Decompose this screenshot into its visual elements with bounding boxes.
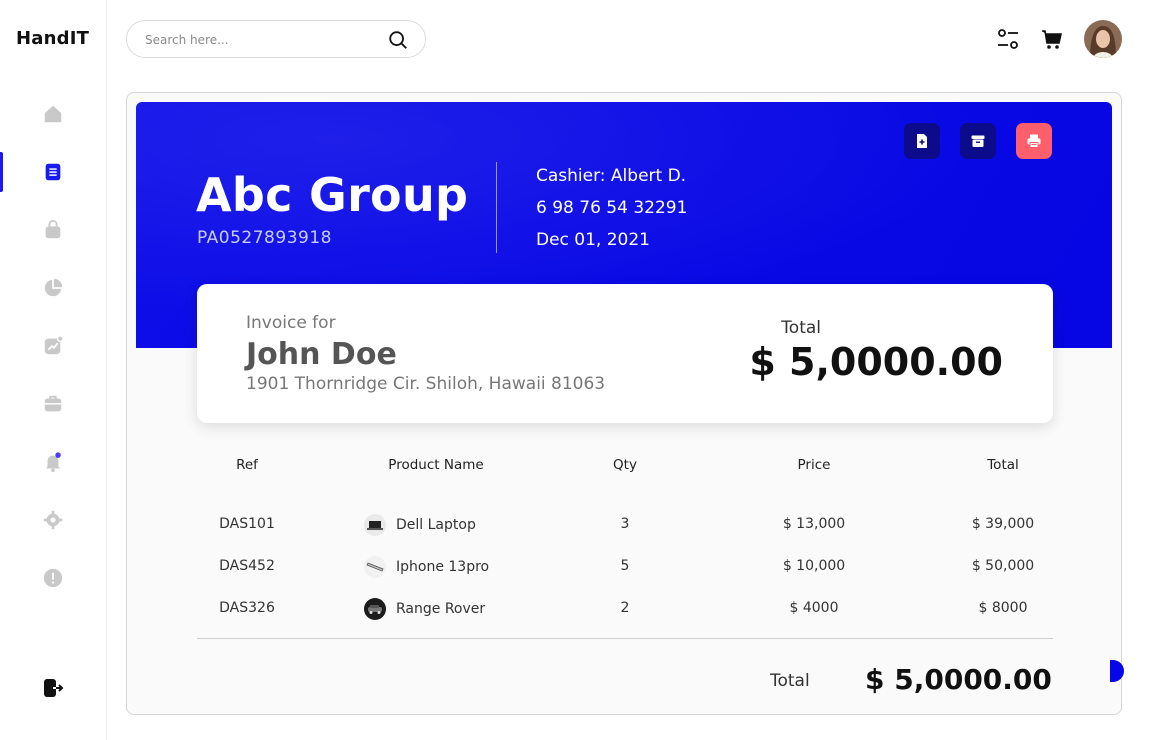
column-header-price: Price — [797, 457, 831, 473]
company-id: PA0527893918 — [197, 228, 332, 248]
brand-logo: HandIT — [16, 28, 90, 49]
sidebar-item-invoices[interactable] — [0, 152, 106, 192]
phone-icon — [364, 556, 386, 578]
add-file-icon — [917, 134, 927, 148]
pie-chart-icon — [44, 278, 63, 297]
sidebar-item-help[interactable] — [0, 558, 106, 598]
sidebar-item-settings[interactable] — [0, 500, 106, 540]
column-header-product: Product Name — [388, 457, 484, 473]
search-input[interactable] — [145, 30, 365, 50]
product-name: Range Rover — [396, 601, 486, 617]
search-bar — [126, 20, 426, 58]
row-qty: 3 — [620, 516, 630, 532]
document-icon — [45, 163, 61, 181]
footer-total-label: Total — [770, 671, 810, 691]
column-header-total: Total — [987, 457, 1019, 473]
printer-icon — [1027, 134, 1041, 148]
filter-icon[interactable] — [995, 26, 1021, 52]
logout-icon — [44, 679, 64, 697]
bill-to-panel: Invoice for John Doe 1901 Thornridge Cir… — [197, 284, 1053, 423]
company-name: Abc Group — [196, 168, 469, 222]
phone-text: 6 98 76 54 32291 — [536, 198, 688, 218]
customer-address: 1901 Thornridge Cir. Shiloh, Hawaii 8106… — [246, 374, 606, 394]
sidebar-item-reports[interactable] — [0, 268, 106, 308]
product-name: Dell Laptop — [396, 517, 476, 533]
add-file-button[interactable] — [904, 123, 940, 159]
search-icon[interactable] — [387, 29, 409, 51]
user-avatar[interactable] — [1084, 20, 1122, 58]
row-price: $ 13,000 — [782, 516, 846, 532]
total-amount: $ 5,0000.00 — [749, 340, 1003, 384]
product-name: Iphone 13pro — [396, 559, 490, 575]
gear-icon — [43, 510, 63, 530]
row-ref: DAS326 — [219, 600, 275, 616]
row-product: Range Rover — [364, 598, 485, 620]
header-divider — [496, 162, 497, 253]
alert-icon — [43, 568, 63, 588]
row-price: $ 10,000 — [782, 558, 846, 574]
bag-icon — [45, 219, 61, 239]
laptop-icon — [364, 514, 386, 536]
briefcase-icon — [44, 395, 62, 412]
row-product: Dell Laptop — [364, 514, 476, 536]
table-divider — [197, 638, 1053, 639]
invoice-date: Dec 01, 2021 — [536, 230, 651, 250]
home-icon — [44, 105, 62, 123]
print-button[interactable] — [1016, 123, 1052, 159]
row-ref: DAS452 — [219, 558, 275, 574]
column-header-ref: Ref — [236, 457, 258, 473]
row-product: Iphone 13pro — [364, 556, 489, 578]
app: HandIT Search here... Abc Group PA052789… — [0, 0, 1152, 740]
sidebar-item-shop[interactable] — [0, 210, 106, 250]
sidebar: HandIT — [0, 0, 107, 740]
column-header-qty: Qty — [613, 457, 637, 473]
row-total: $ 39,000 — [971, 516, 1035, 532]
row-price: $ 4000 — [789, 600, 839, 616]
row-ref: DAS101 — [219, 516, 275, 532]
total-label: Total — [781, 318, 821, 338]
row-qty: 2 — [620, 600, 630, 616]
sidebar-item-notifications[interactable] — [0, 442, 106, 482]
cart-icon[interactable] — [1039, 26, 1065, 52]
sidebar-item-work[interactable] — [0, 384, 106, 424]
avatar-image — [1084, 20, 1122, 58]
customer-name: John Doe — [246, 337, 397, 372]
archive-button[interactable] — [960, 123, 996, 159]
sidebar-item-home[interactable] — [0, 94, 106, 134]
logout-button[interactable] — [0, 668, 106, 708]
invoice-for-label: Invoice for — [246, 313, 336, 333]
sidebar-item-analytics[interactable] — [0, 326, 106, 366]
bell-icon — [45, 452, 61, 473]
car-icon — [364, 598, 386, 620]
invoice-card: Abc Group PA0527893918 Cashier: Albert D… — [126, 92, 1122, 715]
row-total: $ 50,000 — [971, 558, 1035, 574]
row-total: $ 8000 — [978, 600, 1028, 616]
archive-icon — [971, 135, 985, 147]
footer-total-amount: $ 5,0000.00 — [865, 663, 1052, 696]
row-qty: 5 — [620, 558, 630, 574]
trend-chart-icon — [44, 335, 64, 355]
cashier-text: Cashier: Albert D. — [536, 166, 687, 186]
